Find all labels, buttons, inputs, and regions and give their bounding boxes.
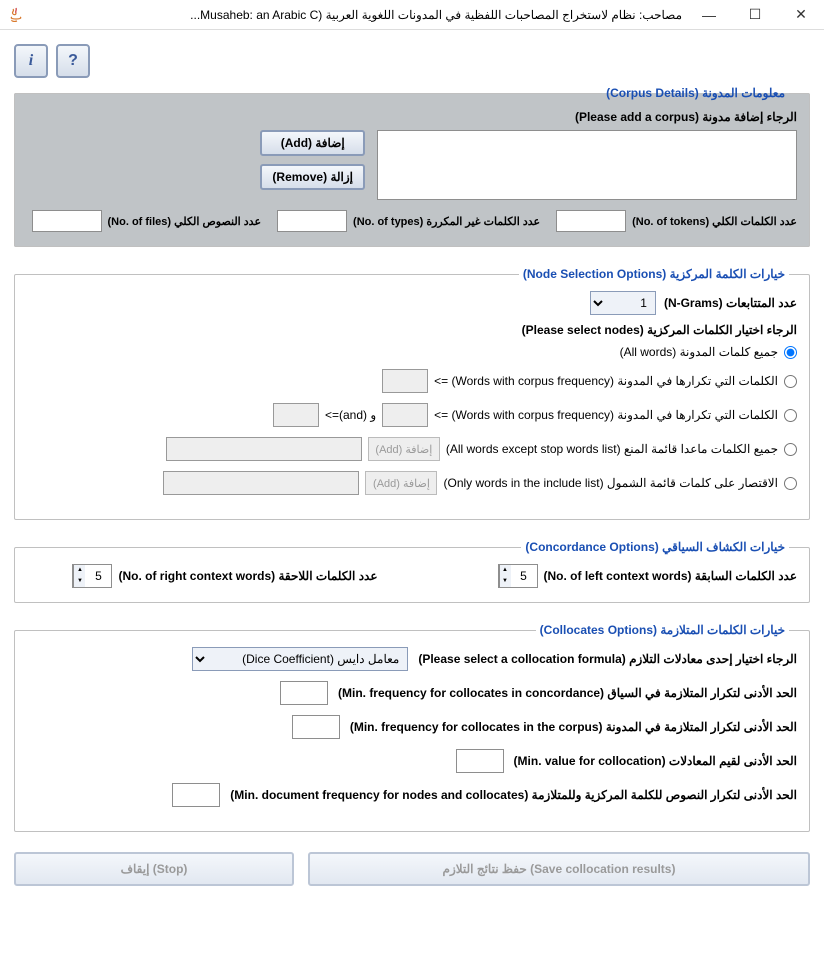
min-conc-label: الحد الأدنى لتكرار المتلازمة في السياق (… — [338, 686, 797, 700]
node-selection-group: خيارات الكلمة المركزية (Node Selection O… — [14, 267, 810, 520]
min-doc-label: الحد الأدنى لتكرار النصوص للكلمة المركزي… — [230, 788, 797, 802]
window-title: مصاحب: نظام لاستخراج المصاحبات اللفظية ف… — [32, 8, 686, 22]
radio-stopwords[interactable] — [784, 443, 797, 456]
radio-all-words[interactable] — [784, 346, 797, 359]
minimize-button[interactable]: — — [686, 0, 732, 30]
titlebar: مصاحب: نظام لاستخراج المصاحبات اللفظية ف… — [0, 0, 824, 30]
coll-legend: خيارات الكلمات المتلازمة (Collocates Opt… — [536, 623, 789, 637]
radio-freq2-label-and: و (and)=> — [325, 408, 376, 422]
right-context-spinner[interactable]: ▲▼ — [72, 564, 112, 588]
java-icon — [8, 7, 24, 23]
min-value-label: الحد الأدنى لقيم المعادلات (Min. value f… — [514, 754, 797, 768]
chevron-up-icon[interactable]: ▲ — [74, 565, 85, 576]
ngrams-label: عدد المتتابعات (N-Grams) — [664, 296, 797, 310]
please-add-label: الرجاء إضافة مدونة (Please add a corpus) — [260, 110, 797, 124]
right-context-label: عدد الكلمات اللاحقة (No. of right contex… — [118, 569, 377, 583]
files-field[interactable] — [32, 210, 102, 232]
corpus-legend: معلومات المدونة (Corpus Details) — [602, 86, 789, 100]
left-context-label: عدد الكلمات السابقة (No. of left context… — [544, 569, 798, 583]
min-doc-input[interactable] — [172, 783, 220, 807]
chevron-down-icon[interactable]: ▼ — [500, 576, 511, 587]
corpus-details-group: معلومات المدونة (Corpus Details) الرجاء … — [14, 86, 810, 247]
radio-freq2-label-a: الكلمات التي تكرارها في المدونة (Words w… — [434, 408, 778, 422]
maximize-button[interactable]: ☐ — [732, 0, 778, 30]
stopwords-path-input[interactable] — [166, 437, 362, 461]
save-results-button[interactable]: حفظ نتائج التلازم (Save collocation resu… — [308, 852, 810, 886]
toolbar: i ? — [14, 44, 810, 78]
tokens-field[interactable] — [556, 210, 626, 232]
radio-include-label: الاقتصار على كلمات قائمة الشمول (Only wo… — [443, 476, 778, 490]
close-button[interactable]: ✕ — [778, 0, 824, 30]
node-legend: خيارات الكلمة المركزية (Node Selection O… — [519, 267, 789, 281]
stop-button[interactable]: إيقاف (Stop) — [14, 852, 294, 886]
freq2-input-a[interactable] — [382, 403, 428, 427]
types-field[interactable] — [277, 210, 347, 232]
radio-stopwords-label: جميع الكلمات ماعدا قائمة المنع (All word… — [446, 442, 778, 456]
right-context-input[interactable] — [85, 565, 111, 587]
min-corpus-input[interactable] — [292, 715, 340, 739]
remove-corpus-button[interactable]: إزالة (Remove) — [260, 164, 365, 190]
freq2-input-b[interactable] — [273, 403, 319, 427]
files-label: عدد النصوص الكلي (No. of files) — [108, 215, 262, 228]
left-context-input[interactable] — [511, 565, 537, 587]
types-label: عدد الكلمات غير المكررة (No. of types) — [353, 215, 540, 228]
formula-label: الرجاء اختيار إحدى معادلات التلازم (Plea… — [418, 652, 797, 666]
tokens-label: عدد الكلمات الكلي (No. of tokens) — [632, 215, 797, 228]
include-path-input[interactable] — [163, 471, 359, 495]
add-corpus-button[interactable]: إضافة (Add) — [260, 130, 365, 156]
freq1-input[interactable] — [382, 369, 428, 393]
corpus-file-list[interactable] — [377, 130, 797, 200]
min-corpus-label: الحد الأدنى لتكرار المتلازمة في المدونة … — [350, 720, 797, 734]
radio-freq1-label: الكلمات التي تكرارها في المدونة (Words w… — [434, 374, 778, 388]
radio-all-words-label: جميع كلمات المدونة (All words) — [620, 345, 778, 359]
info-button[interactable]: i — [14, 44, 48, 78]
help-icon: ? — [68, 52, 78, 70]
concordance-group: خيارات الكشاف السياقي (Concordance Optio… — [14, 540, 810, 603]
conc-legend: خيارات الكشاف السياقي (Concordance Optio… — [521, 540, 789, 554]
info-icon: i — [29, 52, 33, 70]
include-add-button[interactable]: إضافة (Add) — [365, 471, 437, 495]
radio-include[interactable] — [784, 477, 797, 490]
stopwords-add-button[interactable]: إضافة (Add) — [368, 437, 440, 461]
min-conc-input[interactable] — [280, 681, 328, 705]
radio-freq1[interactable] — [784, 375, 797, 388]
formula-select[interactable]: معامل دايس (Dice Coefficient) — [192, 647, 408, 671]
help-button[interactable]: ? — [56, 44, 90, 78]
radio-freq2[interactable] — [784, 409, 797, 422]
please-select-nodes-label: الرجاء اختيار الكلمات المركزية (Please s… — [522, 323, 797, 337]
collocates-group: خيارات الكلمات المتلازمة (Collocates Opt… — [14, 623, 810, 832]
chevron-up-icon[interactable]: ▲ — [500, 565, 511, 576]
chevron-down-icon[interactable]: ▼ — [74, 576, 85, 587]
ngrams-select[interactable]: 1 — [590, 291, 656, 315]
left-context-spinner[interactable]: ▲▼ — [498, 564, 538, 588]
min-value-input[interactable] — [456, 749, 504, 773]
